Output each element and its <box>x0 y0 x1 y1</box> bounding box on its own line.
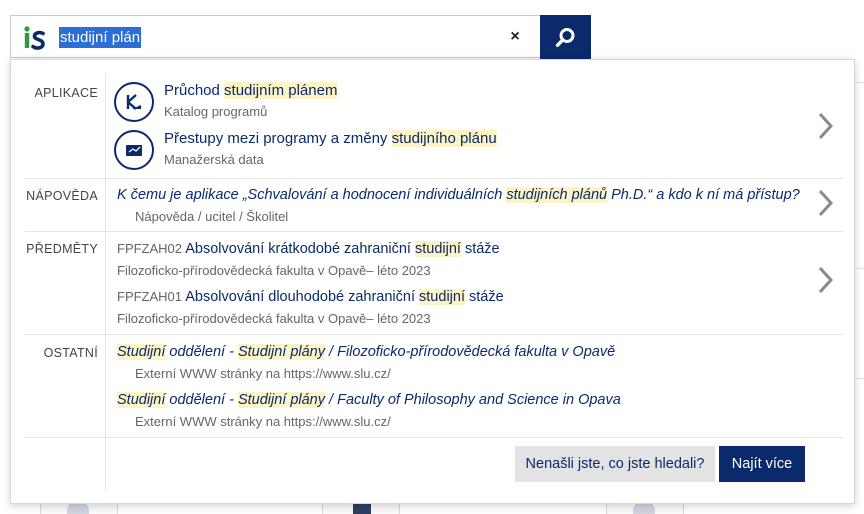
course-result-subtitle: Filozoficko-přírodovědecká fakulta v Opa… <box>117 263 431 278</box>
section-label-predmety: PŘEDMĚTY <box>26 242 98 256</box>
section-label-napoveda: NÁPOVĚDA <box>26 189 98 203</box>
search-input[interactable]: studijní plán <box>59 27 142 48</box>
other-result-title[interactable]: Studijní oddělení - Studijní plány / Fac… <box>117 392 621 408</box>
app-result-title[interactable]: Průchod studijním plánem <box>164 82 338 99</box>
chevron-right-icon[interactable] <box>815 110 837 142</box>
not-found-button[interactable]: Nenašli jste, co jste hledali? <box>515 446 715 482</box>
clear-search-button[interactable]: × <box>505 27 525 47</box>
section-predmety: PŘEDMĚTY FPFZAH02 Absolvování krátkodobé… <box>25 232 843 334</box>
section-aplikace: APLIKACE Průchod studijním plánem Katalo… <box>25 74 843 178</box>
background-divider <box>856 378 864 379</box>
help-result-subtitle: Nápověda / ucitel / Školitel <box>135 209 289 224</box>
section-label-aplikace: APLIKACE <box>34 86 98 100</box>
course-result-title[interactable]: FPFZAH01 Absolvování dlouhodobé zahranič… <box>117 289 504 305</box>
other-result-subtitle: Externí WWW stránky na https://www.slu.c… <box>135 366 391 381</box>
chevron-right-icon[interactable] <box>815 264 837 296</box>
search-bar: studijní plán × <box>10 15 591 59</box>
search-results-dropdown: APLIKACE Průchod studijním plánem Katalo… <box>10 59 855 504</box>
app-result-pruchod[interactable]: Průchod studijním plánem Katalog program… <box>114 82 414 122</box>
other-result-subtitle: Externí WWW stránky na https://www.slu.c… <box>135 414 391 429</box>
katalog-programu-icon <box>114 82 154 122</box>
course-result-title[interactable]: FPFZAH02 Absolvování krátkodobé zahranič… <box>117 241 500 257</box>
other-result-title[interactable]: Studijní oddělení - Studijní plány / Fil… <box>117 344 615 360</box>
magnifier-icon <box>555 28 575 47</box>
is-logo-icon[interactable] <box>21 25 47 51</box>
search-button[interactable] <box>540 15 591 59</box>
app-result-subtitle: Katalog programů <box>164 104 268 119</box>
section-napoveda: NÁPOVĚDA K čemu je aplikace „Schvalování… <box>25 179 843 231</box>
manazerska-data-icon <box>114 130 154 170</box>
chevron-right-icon[interactable] <box>815 187 837 219</box>
help-result-title[interactable]: K čemu je aplikace „Schvalování a hodnoc… <box>117 187 800 203</box>
background-divider <box>856 268 864 269</box>
app-result-prestupy[interactable]: Přestupy mezi programy a změny studijníh… <box>114 130 534 170</box>
app-result-subtitle: Manažerská data <box>164 152 264 167</box>
section-ostatni: OSTATNÍ Studijní oddělení - Studijní plá… <box>25 335 843 435</box>
course-code: FPFZAH01 <box>117 289 183 304</box>
section-label-ostatni: OSTATNÍ <box>43 346 98 360</box>
section-divider <box>25 437 843 438</box>
course-result-subtitle: Filozoficko-přírodovědecká fakulta v Opa… <box>117 311 431 326</box>
find-more-button[interactable]: Najít více <box>719 446 805 482</box>
course-code: FPFZAH02 <box>117 241 183 256</box>
background-divider <box>856 82 864 83</box>
app-result-title[interactable]: Přestupy mezi programy a změny studijníh… <box>164 130 497 147</box>
